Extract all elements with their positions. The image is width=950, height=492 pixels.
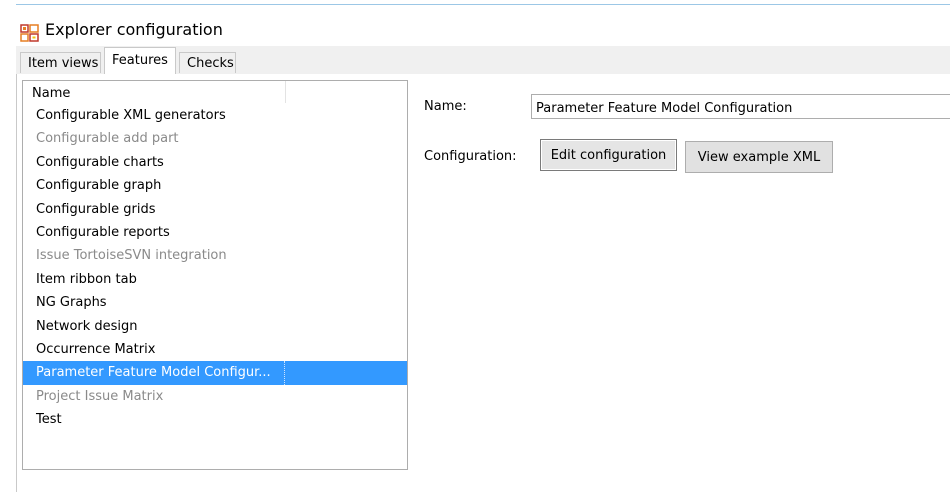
list-item-label: Configurable grids xyxy=(36,201,156,217)
list-item-label: Item ribbon tab xyxy=(36,271,137,287)
list-item[interactable]: Configurable grids xyxy=(23,198,407,221)
list-item-label: NG Graphs xyxy=(36,295,107,311)
tab-item-views[interactable]: Item views xyxy=(20,52,101,73)
gears-icon xyxy=(20,24,39,42)
list-item[interactable]: Test xyxy=(23,408,407,431)
list-item[interactable]: Issue TortoiseSVN integration xyxy=(23,244,407,267)
list-item-label: Project Issue Matrix xyxy=(36,388,164,404)
list-item[interactable]: Configurable graph xyxy=(23,174,407,197)
list-item-label: Configurable graph xyxy=(36,178,162,194)
tab-checks[interactable]: Checks xyxy=(179,52,236,73)
view-example-xml-button[interactable]: View example XML xyxy=(685,141,833,173)
list-item-label: Configurable charts xyxy=(36,154,164,170)
list-item[interactable]: Item ribbon tab xyxy=(23,268,407,291)
list-item-label: Issue TortoiseSVN integration xyxy=(36,248,227,264)
list-item[interactable]: Configurable charts xyxy=(23,151,407,174)
list-item[interactable]: Configurable add part xyxy=(23,127,407,150)
list-item[interactable]: Occurrence Matrix xyxy=(23,338,407,361)
list-item[interactable]: Configurable XML generators xyxy=(23,104,407,127)
features-list[interactable]: Name Configurable XML generators Configur… xyxy=(22,80,408,470)
configuration-label: Configuration: xyxy=(424,149,517,164)
list-column-header[interactable]: Name xyxy=(23,81,286,103)
list-item-label: Configurable reports xyxy=(36,224,170,240)
name-input[interactable] xyxy=(531,94,950,119)
edit-configuration-button[interactable]: Edit configuration xyxy=(540,139,677,171)
list-item-label: Occurrence Matrix xyxy=(36,341,156,357)
list-item[interactable]: Parameter Feature Model Configur... xyxy=(23,361,407,385)
list-item-label: Test xyxy=(36,412,62,428)
list-item[interactable]: Project Issue Matrix xyxy=(23,385,407,408)
list-items: Configurable XML generators Configurable … xyxy=(23,104,407,431)
tab-features[interactable]: Features xyxy=(104,47,176,74)
tab-strip: Item views Features Checks xyxy=(16,46,950,75)
list-item-label: Parameter Feature Model Configur... xyxy=(36,361,285,385)
list-item[interactable]: NG Graphs xyxy=(23,291,407,314)
list-item-label: Configurable XML generators xyxy=(36,108,226,123)
window-title: Explorer configuration xyxy=(45,20,223,39)
list-item-label: Configurable add part xyxy=(36,131,179,147)
list-item-label: Network design xyxy=(36,318,138,334)
column-header-name: Name xyxy=(32,86,71,101)
list-item[interactable]: Configurable reports xyxy=(23,221,407,244)
name-label: Name: xyxy=(424,99,467,114)
title-bar: Explorer configuration xyxy=(0,6,950,46)
list-item[interactable]: Network design xyxy=(23,315,407,338)
